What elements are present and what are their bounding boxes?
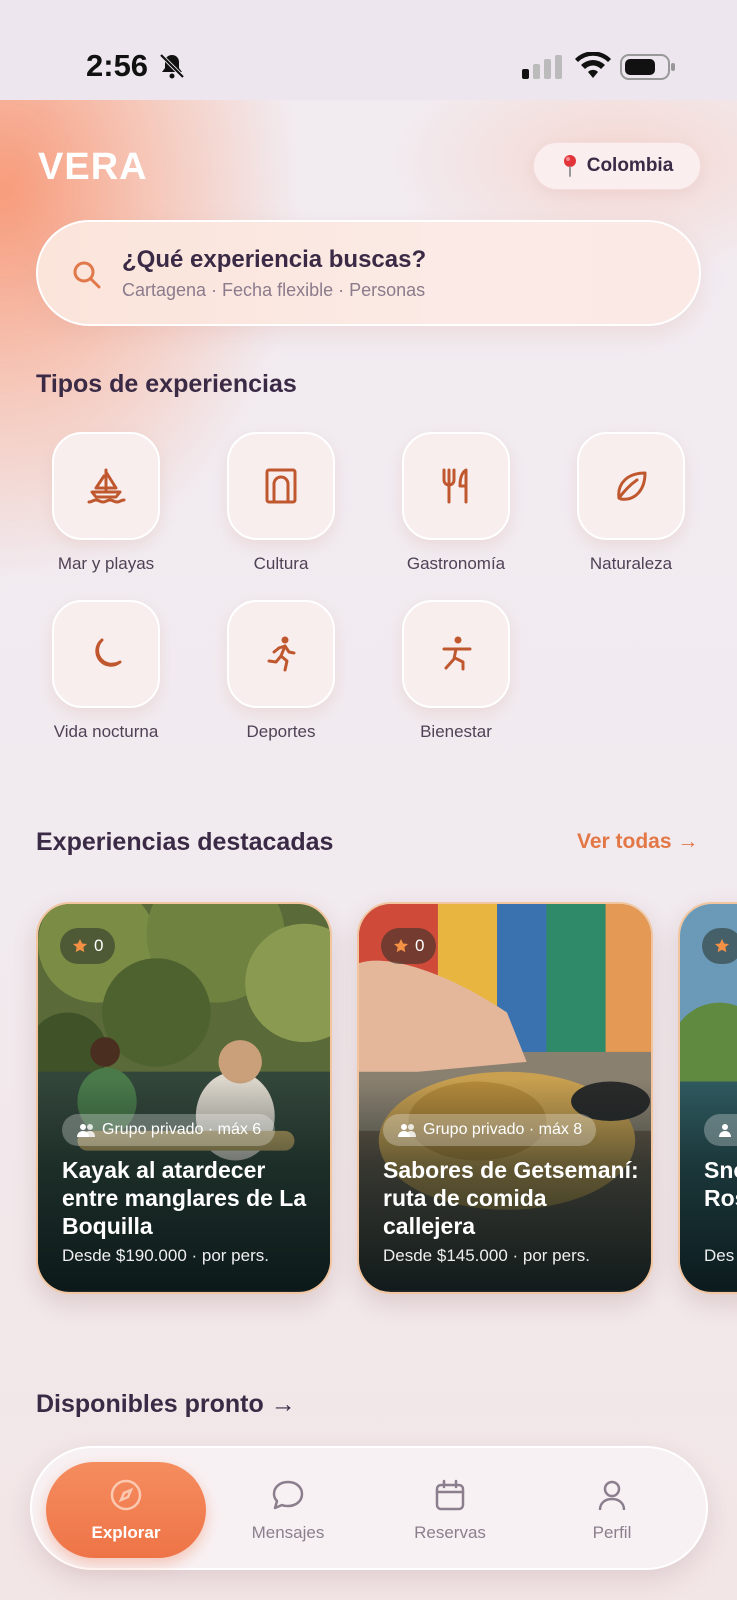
category-gastronomia[interactable]: Gastronomía	[401, 432, 511, 574]
group-size-label: Grupo privado · máx 8	[423, 1121, 583, 1138]
wifi-icon	[575, 52, 611, 78]
tab-label: Mensajes	[251, 1523, 325, 1542]
experience-card-kayak[interactable]: 0 Grupo privado · máx 6 Kayak al atardec…	[36, 902, 332, 1294]
search-prompt: ¿Qué experiencia buscas?	[122, 246, 427, 273]
bell-muted-icon	[159, 53, 185, 79]
status-bar: 2:56	[0, 0, 737, 100]
category-label: Mar y playas	[57, 554, 155, 573]
available-soon-title[interactable]: Disponibles pronto →	[36, 1390, 296, 1419]
group-icon	[719, 1124, 731, 1137]
category-vida-nocturna[interactable]: Vida nocturna	[51, 600, 161, 742]
see-all-link[interactable]: Ver todas →	[577, 830, 698, 854]
group-size-chip: Grupo privado · máx 6	[62, 1114, 276, 1146]
group-icon	[398, 1124, 416, 1137]
status-time: 2:56	[86, 48, 149, 83]
moon-icon	[95, 638, 122, 667]
category-tile	[402, 600, 510, 708]
rating-value: 0	[415, 936, 425, 955]
compass-icon	[110, 1479, 142, 1511]
fork-knife-icon	[442, 468, 468, 504]
category-cultura[interactable]: Cultura	[226, 432, 336, 574]
category-label: Deportes	[246, 722, 316, 741]
category-label: Gastronomía	[406, 554, 506, 573]
bottom-tab-bar: Explorar Mensajes Reservas Perfil	[30, 1446, 708, 1570]
sailboat-icon	[87, 468, 126, 504]
card-title: Snorkel islas del Rosario	[704, 1157, 737, 1211]
category-tile	[402, 432, 510, 540]
category-tile	[227, 432, 335, 540]
user-icon	[598, 1480, 626, 1511]
rating-badge	[702, 928, 737, 964]
chat-icon	[272, 1480, 304, 1510]
category-tile	[227, 600, 335, 708]
tab-label: Explorar	[91, 1523, 161, 1542]
tab-label: Reservas	[414, 1523, 486, 1542]
card-price: Des	[704, 1246, 735, 1265]
category-bienestar[interactable]: Bienestar	[401, 600, 511, 742]
location-label: Colombia	[586, 155, 674, 176]
experience-card-getsemani[interactable]: 0 Grupo privado · máx 8 Sabores de Getse…	[357, 902, 653, 1294]
category-tile	[52, 600, 160, 708]
search-icon	[73, 261, 101, 289]
location-pin-icon	[563, 155, 576, 177]
tab-perfil[interactable]: Perfil	[532, 1462, 692, 1558]
star-icon	[394, 939, 408, 953]
search-filters: Cartagena · Fecha flexible · Personas	[122, 280, 426, 300]
experience-card-partial[interactable]: Snorkel islas del Rosario Des	[678, 902, 737, 1294]
location-selector[interactable]: Colombia	[533, 142, 701, 190]
rating-badge: 0	[381, 928, 437, 964]
categories-title: Tipos de experiencias	[36, 370, 297, 398]
rating-value: 0	[94, 936, 104, 955]
battery-icon	[620, 54, 675, 80]
tab-reservas[interactable]: Reservas	[370, 1462, 530, 1558]
category-tile	[52, 432, 160, 540]
category-deportes[interactable]: Deportes	[226, 600, 336, 742]
category-label: Vida nocturna	[53, 722, 159, 741]
card-price: Desde $190.000 · por pers.	[62, 1246, 269, 1265]
category-label: Naturaleza	[589, 554, 673, 573]
star-icon	[73, 939, 87, 953]
stretch-icon	[442, 636, 472, 671]
category-mar-y-playas[interactable]: Mar y playas	[51, 432, 161, 574]
star-icon	[715, 939, 729, 953]
signal-icon	[522, 55, 562, 79]
group-size-chip: Grupo privado · máx 8	[383, 1114, 597, 1146]
calendar-icon	[435, 1479, 465, 1511]
runner-icon	[267, 636, 296, 672]
tab-mensajes[interactable]: Mensajes	[208, 1462, 368, 1558]
leaf-icon	[617, 471, 647, 501]
card-title: Sabores de Getsemaní: ruta de comida cal…	[383, 1157, 639, 1239]
card-title: Kayak al atardecer entre manglares de La…	[62, 1157, 307, 1239]
category-naturaleza[interactable]: Naturaleza	[576, 432, 686, 574]
tab-label: Perfil	[592, 1523, 632, 1542]
group-size-chip	[704, 1114, 737, 1146]
search-bar[interactable]: ¿Qué experiencia buscas? Cartagena · Fec…	[36, 220, 701, 326]
card-price: Desde $145.000 · por pers.	[383, 1246, 590, 1265]
group-size-label: Grupo privado · máx 6	[102, 1121, 262, 1138]
museum-icon	[265, 468, 297, 504]
category-label: Bienestar	[420, 722, 492, 741]
app-logo: VERA	[38, 146, 148, 188]
tab-explorar[interactable]: Explorar	[46, 1462, 206, 1558]
explore-screen: VERA Colombia ¿Qué experiencia buscas? C…	[0, 100, 737, 1600]
featured-title: Experiencias destacadas	[36, 828, 334, 856]
category-label: Cultura	[253, 554, 309, 573]
rating-badge: 0	[60, 928, 116, 964]
category-tile	[577, 432, 685, 540]
group-icon	[77, 1124, 95, 1137]
